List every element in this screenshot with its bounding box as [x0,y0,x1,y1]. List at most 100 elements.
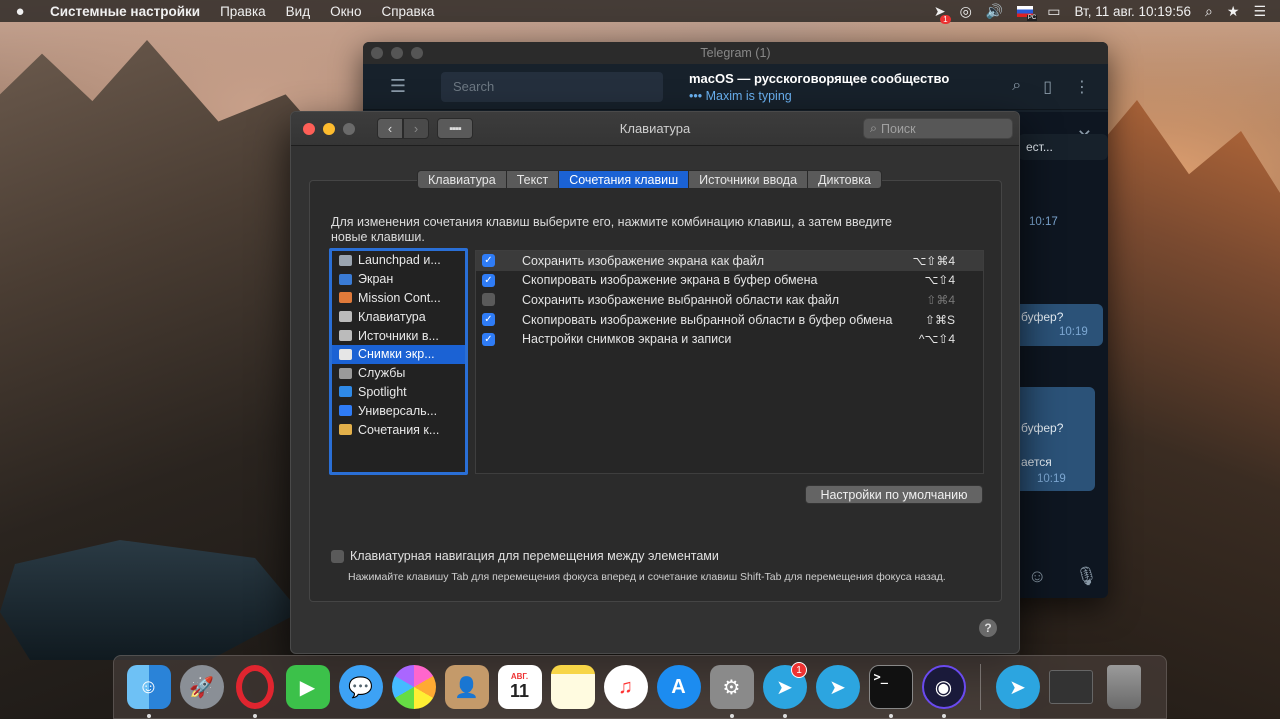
keyboard-navigation-option[interactable]: Клавиатурная навигация для перемещения м… [331,549,719,563]
shortcut-keys[interactable]: ^⌥⇧4 [919,332,955,346]
menu-edit[interactable]: Правка [210,4,276,19]
shortcut-checkbox[interactable]: ✓ [482,254,495,268]
message-time: 10:19 [1037,473,1066,485]
dock-trash[interactable] [1097,660,1150,714]
dock-app-circle[interactable]: ◉ [917,660,970,718]
chat-info[interactable]: macOS — русскоговорящее сообщество ••• M… [689,71,949,103]
keyboard-preferences-window: ‹ › ▪▪▪▪ Клавиатура ⌕ Поиск Для изменени… [290,111,1020,654]
menu-view[interactable]: Вид [276,4,320,19]
shortcut-category-list[interactable]: Launchpad и... Экран Mission Cont... Клавиа… [329,248,468,475]
airdrop-icon[interactable]: ◎ [960,3,972,20]
table-row[interactable]: ✓ Скопировать изображение экрана в буфер … [476,271,983,291]
category-item[interactable]: Spotlight [332,383,465,402]
dock-notes[interactable] [546,660,599,714]
shortcut-checkbox[interactable] [482,293,495,307]
trash-icon [1106,665,1141,709]
shortcut-checkbox[interactable]: ✓ [482,313,495,327]
spotlight-search-icon[interactable]: ⌕ [1205,3,1213,20]
dock-telegram-folder[interactable]: ➤ [991,660,1044,714]
dock-music[interactable]: ♫ [599,660,652,714]
dock-opera[interactable] [228,660,281,718]
input-source-flag-icon[interactable]: PC [1017,5,1038,21]
shortcut-keys[interactable]: ⇧⌘S [925,313,955,327]
category-label: Снимки экр... [358,347,435,362]
notification-center-icon[interactable]: ☰ [1253,3,1266,20]
zoom-button[interactable] [343,122,355,135]
telegram-search-input[interactable]: Search [441,71,663,102]
clock[interactable]: Вт, 11 авг. 10:19:56 [1075,4,1192,19]
message-text: буфер? [1021,421,1064,435]
help-button[interactable]: ? [979,619,997,637]
shortcut-checkbox[interactable]: ✓ [482,273,495,287]
dock-screenshot-stack[interactable] [1044,660,1097,714]
restore-defaults-button[interactable]: Настройки по умолчанию [805,485,983,504]
tab-bar: Клавиатура Текст Сочетания клавиш Источники… [417,170,882,189]
show-all-button[interactable]: ▪▪▪▪ [437,118,473,139]
category-item[interactable]: Источники в... [332,326,465,345]
menu-system-preferences[interactable]: Системные настройки [40,4,210,19]
shortcut-keys[interactable]: ⌥⇧4 [924,273,955,287]
keyboard-navigation-label: Клавиатурная навигация для перемещения м… [350,549,719,563]
tab-3[interactable]: Источники ввода [689,170,809,189]
dock-launchpad[interactable]: 🚀 [175,660,228,714]
tab-4[interactable]: Диктовка [808,170,882,189]
dock-facetime[interactable]: ▶ [281,660,334,714]
shortcut-keys[interactable]: ⇧⌘4 [926,293,955,307]
dock-calendar[interactable]: АВГ. 11 [493,660,546,714]
keyboard-navigation-checkbox[interactable] [331,549,344,563]
menu-help[interactable]: Справка [371,4,444,19]
dock-messages[interactable]: 💬 [334,660,387,714]
table-row[interactable]: Сохранить изображение выбранной области … [476,290,983,310]
dock-telegram-2[interactable]: ➤ [811,660,864,714]
shortcut-table[interactable]: ✓ Сохранить изображение экрана как файл ⌥⇧… [475,250,984,474]
shortcut-keys[interactable]: ⌥⇧⌘4 [912,254,955,268]
shortcut-label: Настройки снимков экрана и записи [522,332,732,347]
category-icon [339,405,352,417]
back-button[interactable]: ‹ [377,118,403,139]
sidebar-toggle-icon[interactable]: ▯ [1043,77,1052,97]
close-button[interactable] [303,122,315,135]
category-item[interactable]: Сочетания к... [332,420,465,439]
tab-0[interactable]: Клавиатура [417,170,507,189]
table-row[interactable]: ✓ Настройки снимков экрана и записи ^⌥⇧4 [476,329,983,349]
dock-photos[interactable] [387,660,440,714]
category-item[interactable]: Универсаль... [332,401,465,420]
category-item[interactable]: Снимки экр... [332,344,465,364]
dock-finder[interactable]: ☺ [122,660,175,718]
menu-window[interactable]: Окно [320,4,371,19]
emoji-icon[interactable]: ☺ [1028,566,1046,587]
dock-system-preferences[interactable]: ⚙ [705,660,758,718]
chat-search-icon[interactable]: ⌕ [1012,77,1021,97]
category-item[interactable]: Клавиатура [332,307,465,326]
apple-menu-icon[interactable]: ● [0,3,40,20]
microphone-icon[interactable]: 🎙 [1075,566,1098,587]
star-icon[interactable]: ★ [1227,3,1240,20]
telegram-status-icon[interactable]: ➤ 1 [934,3,951,24]
category-item[interactable]: Launchpad и... [332,251,465,270]
dock-contacts[interactable]: 👤 [440,660,493,714]
category-item[interactable]: Экран [332,270,465,289]
category-icon [339,273,352,285]
telegram-title: Telegram (1) [700,46,771,60]
shortcut-checkbox[interactable]: ✓ [482,332,495,346]
table-row[interactable]: ✓ Сохранить изображение экрана как файл ⌥⇧… [476,251,983,271]
category-label: Службы [358,366,406,381]
app-store-icon: A [656,665,701,709]
category-item[interactable]: Mission Cont... [332,289,465,308]
dock-app-store[interactable]: A [652,660,705,714]
forward-button[interactable]: › [403,118,429,139]
table-row[interactable]: ✓ Скопировать изображение выбранной облас… [476,310,983,330]
prefs-search-input[interactable]: ⌕ Поиск [863,118,1013,139]
category-item[interactable]: Службы [332,364,465,383]
telegram-icon: ➤ [815,665,860,709]
finder-icon: ☺ [126,665,171,709]
dock-terminal[interactable]: >_ [864,660,917,718]
more-options-icon[interactable]: ⋮ [1074,77,1090,97]
dock-telegram-1[interactable]: ➤ 1 [758,660,811,718]
battery-icon[interactable]: ▭ [1047,3,1060,20]
volume-icon[interactable]: 🔊 [986,3,1003,20]
minimize-button[interactable] [323,122,335,135]
hamburger-menu-icon[interactable]: ☰ [363,76,433,97]
tab-2[interactable]: Сочетания клавиш [559,170,690,189]
tab-1[interactable]: Текст [506,170,560,189]
